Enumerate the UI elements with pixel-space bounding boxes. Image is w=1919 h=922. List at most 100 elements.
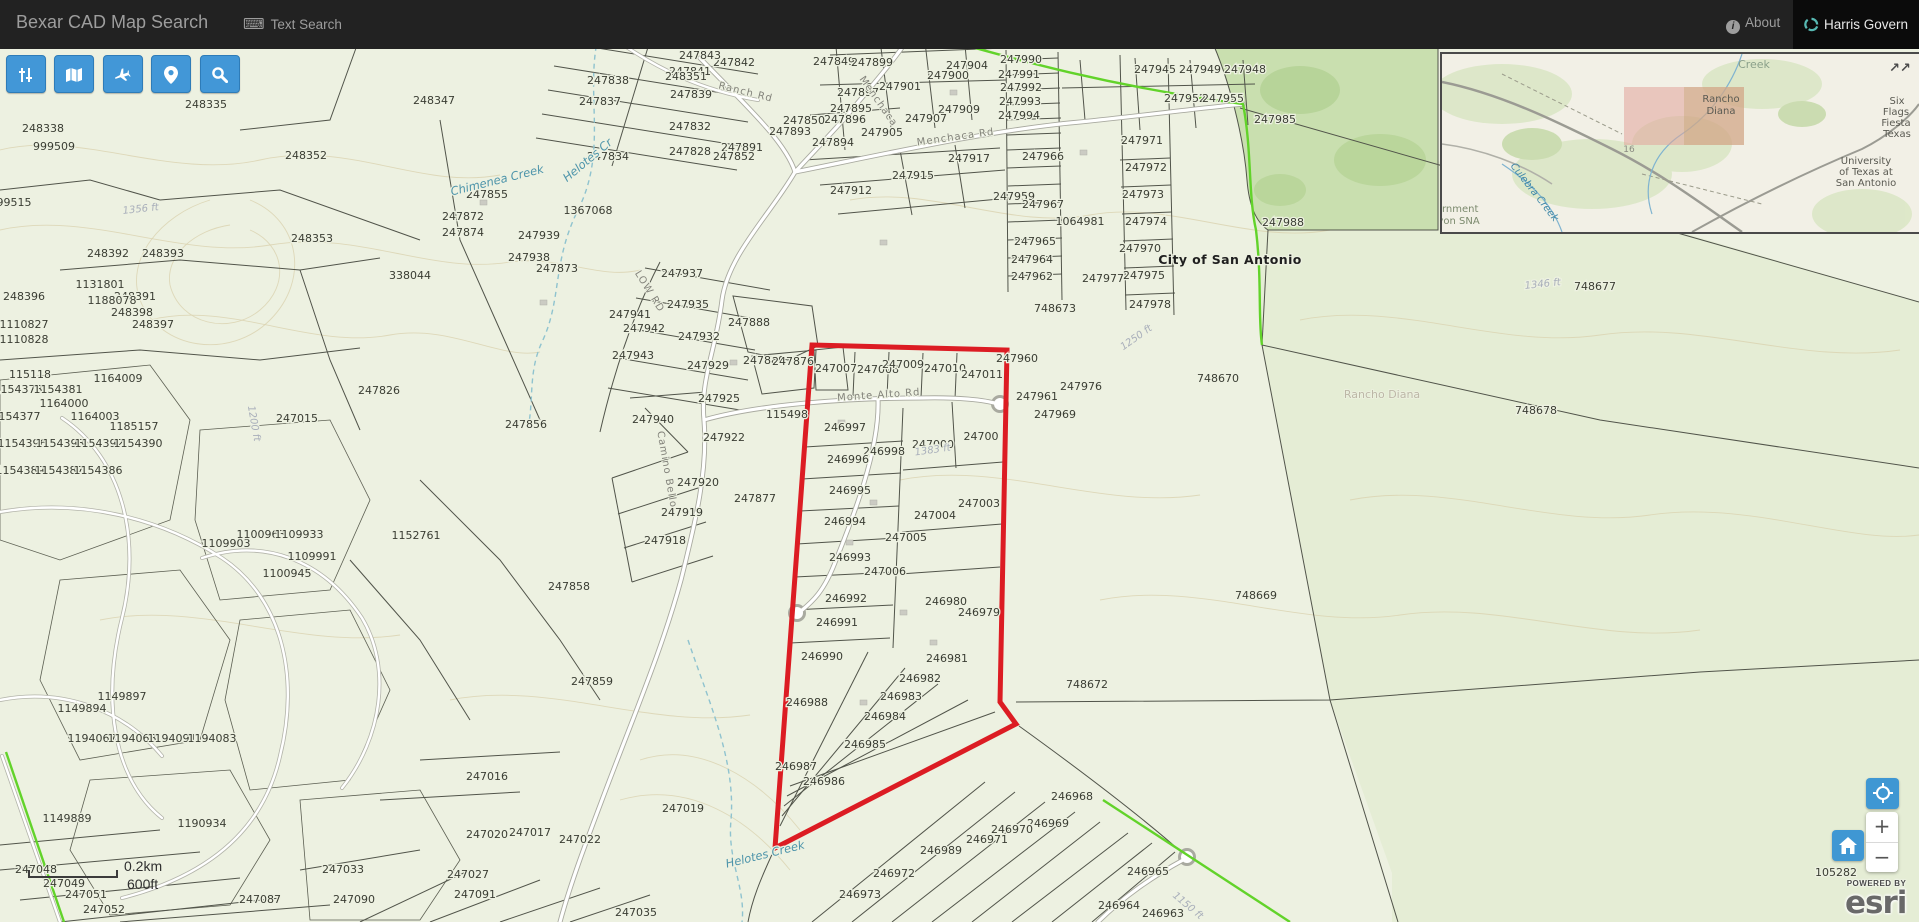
svg-text:1110827: 1110827 (0, 318, 49, 331)
expand-arrows-icon[interactable]: ↗↗ (1889, 61, 1911, 76)
svg-text:University: University (1841, 156, 1892, 167)
overview-map-canvas: CreekRanchoDianaSixFlagsFiestaTexasUnive… (1442, 54, 1919, 232)
svg-text:247971: 247971 (1121, 134, 1163, 147)
svg-text:247988: 247988 (1262, 216, 1304, 229)
svg-text:247020: 247020 (466, 828, 508, 841)
svg-text:247969: 247969 (1034, 408, 1076, 421)
svg-text:248393: 248393 (142, 247, 184, 260)
harris-govern-logo-icon (1804, 17, 1819, 32)
harris-govern-menu-item[interactable]: Harris Govern (1793, 0, 1919, 49)
svg-text:248335: 248335 (185, 98, 227, 111)
svg-text:247009: 247009 (882, 358, 924, 371)
overview-inset-map[interactable]: CreekRanchoDianaSixFlagsFiestaTexasUnive… (1440, 52, 1919, 234)
svg-text:247839: 247839 (670, 88, 712, 101)
svg-text:247941: 247941 (609, 308, 651, 321)
svg-text:246991: 246991 (816, 616, 858, 629)
svg-text:Rancho Diana: Rancho Diana (1344, 388, 1420, 401)
svg-text:246988: 246988 (786, 696, 828, 709)
svg-text:247974: 247974 (1125, 215, 1167, 228)
app-title: Bexar CAD Map Search (16, 12, 208, 33)
svg-text:246969: 246969 (1027, 817, 1069, 830)
svg-text:247993: 247993 (999, 95, 1041, 108)
zoom-out-button[interactable]: − (1866, 843, 1898, 872)
zoom-in-button[interactable]: + (1866, 812, 1898, 842)
svg-text:247992: 247992 (1000, 81, 1042, 94)
svg-text:247838: 247838 (587, 74, 629, 87)
svg-text:247952: 247952 (1164, 92, 1206, 105)
svg-text:248396: 248396 (3, 290, 45, 303)
svg-text:247874: 247874 (442, 226, 484, 239)
svg-text:247940: 247940 (632, 413, 674, 426)
scale-metric-label: 0.2km (124, 858, 162, 874)
svg-text:247850: 247850 (783, 114, 825, 127)
svg-text:247961: 247961 (1016, 390, 1058, 403)
home-button[interactable] (1832, 830, 1864, 861)
esri-attribution: POWERED BY esri (1845, 880, 1906, 919)
svg-text:247929: 247929 (687, 359, 729, 372)
svg-text:246987: 246987 (775, 760, 817, 773)
scale-imperial-label: 600ft (127, 876, 158, 892)
svg-text:246992: 246992 (825, 592, 867, 605)
layers-map-button[interactable] (54, 55, 94, 93)
svg-text:247967: 247967 (1022, 198, 1064, 211)
svg-text:1149894: 1149894 (58, 702, 107, 715)
svg-text:247945: 247945 (1134, 63, 1176, 76)
svg-text:248352: 248352 (285, 149, 327, 162)
svg-text:248338: 248338 (22, 122, 64, 135)
svg-text:1154381: 1154381 (34, 383, 83, 396)
scale-bar-line (28, 870, 118, 878)
location-pin-button[interactable] (151, 55, 191, 93)
svg-text:247972: 247972 (1125, 161, 1167, 174)
home-icon (1839, 837, 1857, 854)
svg-text:247922: 247922 (703, 431, 745, 444)
svg-text:1164009: 1164009 (94, 372, 143, 385)
svg-text:338044: 338044 (389, 269, 431, 282)
svg-text:248351: 248351 (665, 70, 707, 83)
svg-text:246968: 246968 (1051, 790, 1093, 803)
svg-text:115498: 115498 (766, 408, 808, 421)
svg-text:246965: 246965 (1127, 865, 1169, 878)
svg-text:247925: 247925 (698, 392, 740, 405)
svg-text:247965: 247965 (1014, 235, 1056, 248)
svg-text:247837: 247837 (579, 95, 621, 108)
svg-text:246979: 246979 (958, 606, 1000, 619)
sliders-tool-button[interactable] (6, 55, 46, 93)
text-search-menu-item[interactable]: ⌨Text Search (243, 15, 342, 33)
svg-text:247004: 247004 (914, 509, 956, 522)
svg-text:247091: 247091 (454, 888, 496, 901)
svg-text:Government: Government (1442, 204, 1478, 215)
svg-text:248397: 248397 (132, 318, 174, 331)
top-navbar: Bexar CAD Map Search ⌨Text Search iAbout… (0, 0, 1919, 49)
svg-text:246996: 246996 (827, 453, 869, 466)
svg-text:1149897: 1149897 (98, 690, 147, 703)
svg-text:247912: 247912 (830, 184, 872, 197)
svg-text:748670: 748670 (1197, 372, 1239, 385)
svg-text:247991: 247991 (998, 68, 1040, 81)
svg-text:246990: 246990 (801, 650, 843, 663)
about-menu-item[interactable]: iAbout (1726, 15, 1780, 34)
svg-text:San Antonio: San Antonio (1836, 178, 1896, 189)
svg-text:247033: 247033 (322, 863, 364, 876)
svg-text:247966: 247966 (1022, 150, 1064, 163)
svg-text:1110828: 1110828 (0, 333, 49, 346)
svg-text:247964: 247964 (1011, 253, 1053, 266)
svg-text:246994: 246994 (824, 515, 866, 528)
svg-text:248347: 248347 (413, 94, 455, 107)
svg-text:247876: 247876 (772, 355, 814, 368)
svg-text:247975: 247975 (1123, 269, 1165, 282)
search-button[interactable] (200, 55, 240, 93)
svg-text:247010: 247010 (924, 362, 966, 375)
svg-text:247985: 247985 (1254, 113, 1296, 126)
svg-text:247849: 247849 (813, 55, 855, 68)
svg-text:246995: 246995 (829, 484, 871, 497)
svg-text:1100945: 1100945 (263, 567, 312, 580)
map-icon (65, 67, 83, 83)
locate-button[interactable] (1866, 778, 1899, 809)
svg-text:246986: 246986 (803, 775, 845, 788)
svg-text:247090: 247090 (333, 893, 375, 906)
fly-to-button[interactable] (103, 55, 143, 93)
svg-text:247948: 247948 (1224, 63, 1266, 76)
svg-text:247003: 247003 (958, 497, 1000, 510)
svg-text:247856: 247856 (505, 418, 547, 431)
svg-text:247917: 247917 (948, 152, 990, 165)
